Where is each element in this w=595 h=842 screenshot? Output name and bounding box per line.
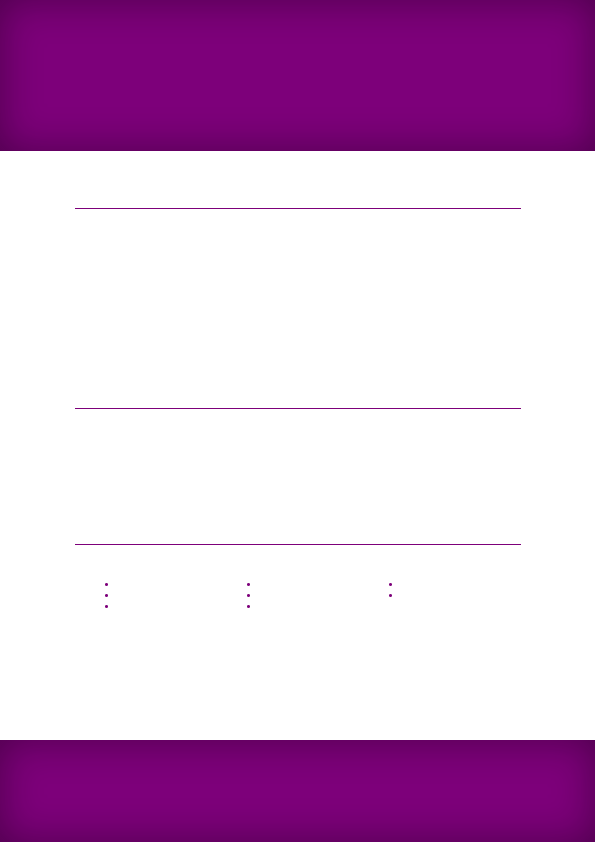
bullet-item <box>105 602 225 613</box>
bullet-item <box>105 580 225 591</box>
bullet-item <box>389 591 509 602</box>
footer-banner <box>0 740 595 842</box>
bullet-list <box>389 580 509 602</box>
bullet-item <box>247 591 367 602</box>
header-banner <box>0 0 595 151</box>
bullet-dot-icon <box>105 594 108 597</box>
bullet-list <box>105 580 225 613</box>
bullet-dot-icon <box>247 605 250 608</box>
bullet-dot-icon <box>105 583 108 586</box>
section-divider <box>75 544 521 545</box>
bullet-dot-icon <box>389 583 392 586</box>
section-divider <box>75 408 521 409</box>
bullet-dot-icon <box>105 605 108 608</box>
bullet-item <box>389 580 509 591</box>
bullet-item <box>247 602 367 613</box>
section-divider <box>75 208 521 209</box>
bullet-dot-icon <box>389 594 392 597</box>
bullet-dot-icon <box>247 594 250 597</box>
bullet-list <box>247 580 367 613</box>
bullet-dot-icon <box>247 583 250 586</box>
bullet-item <box>105 591 225 602</box>
bullet-item <box>247 580 367 591</box>
